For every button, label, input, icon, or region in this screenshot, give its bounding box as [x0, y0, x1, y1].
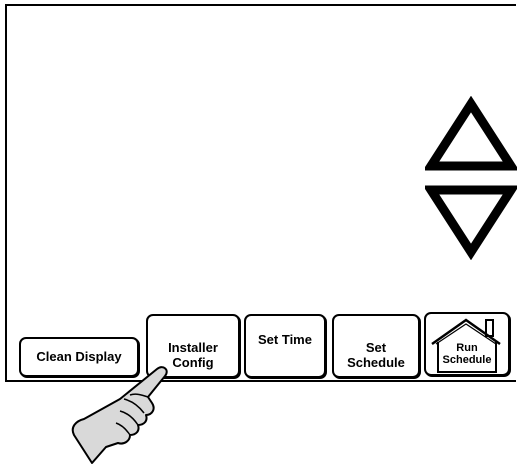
set-schedule-label-line1: Set — [365, 340, 387, 355]
installer-config-label-line1: Installer — [168, 340, 218, 355]
up-arrow-icon[interactable] — [425, 96, 517, 174]
run-schedule-label-line2: Schedule — [442, 354, 492, 366]
run-schedule-label-line1: Run — [456, 342, 478, 354]
set-time-button[interactable]: Set Time — [244, 314, 326, 378]
set-time-label: Set Time — [258, 332, 312, 347]
run-schedule-button[interactable]: Run Schedule — [424, 312, 510, 376]
set-schedule-label-line2: Schedule — [347, 355, 405, 370]
pointing-hand-icon — [71, 366, 168, 464]
set-schedule-button[interactable]: Set Schedule — [332, 314, 420, 378]
down-arrow-icon[interactable] — [425, 182, 517, 260]
